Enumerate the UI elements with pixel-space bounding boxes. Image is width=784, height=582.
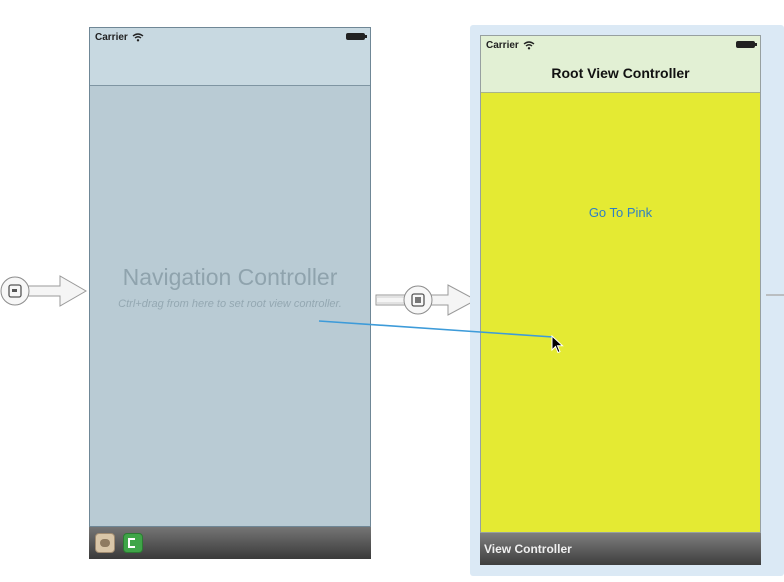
battery-icon [346,33,367,40]
root-controller-hint: Ctrl+drag from here to set root view con… [118,298,342,310]
outgoing-segue-stub[interactable] [764,288,784,302]
mouse-pointer-icon [551,335,564,354]
carrier-label: Carrier [486,40,535,51]
view-controller-dock[interactable]: View Controller [480,533,761,565]
wifi-icon [523,41,535,50]
navigation-controller-scene[interactable]: Carrier Navigation Controller Ctrl+drag … [89,27,371,527]
status-bar: Carrier [481,36,760,56]
carrier-label: Carrier [95,32,144,43]
root-view-controller-title: Root View Controller [551,65,690,81]
root-navigation-bar: Carrier Root View Controller [481,36,760,93]
status-bar: Carrier [90,28,370,48]
root-view-controller-scene[interactable]: Carrier Root View Controller Go To Pink [480,35,761,533]
exit-icon[interactable] [123,533,143,553]
nav-controller-title: Navigation Controller [122,264,338,290]
nav-controller-dock [89,527,371,559]
storyboard-entry-arrow[interactable] [0,270,90,312]
relationship-segue-arrow[interactable] [370,280,480,320]
first-responder-icon[interactable] [95,533,115,553]
go-to-pink-button[interactable]: Go To Pink [481,205,760,220]
wifi-icon [132,33,144,42]
view-controller-dock-label: View Controller [484,542,572,556]
nav-controller-navigation-bar: Carrier [90,28,370,86]
battery-icon [736,41,757,48]
